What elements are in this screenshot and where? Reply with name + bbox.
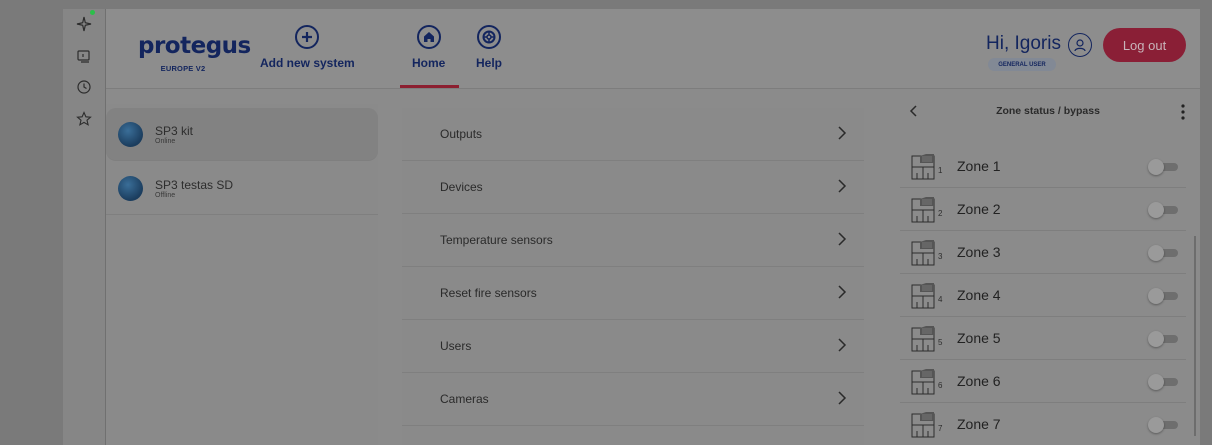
chevron-right-icon xyxy=(838,338,847,352)
zone-panel-header: Zone status / bypass xyxy=(898,94,1198,134)
user-greeting: Hi, Igoris xyxy=(986,33,1061,54)
sparkle-icon[interactable] xyxy=(74,14,94,34)
menu-item-reset-fire-sensors[interactable]: Reset fire sensors xyxy=(402,267,864,320)
zone-panel-title: Zone status / bypass xyxy=(996,105,1100,117)
zone-bypass-toggle[interactable] xyxy=(1148,331,1178,347)
zone-row[interactable]: 2 Zone 2 xyxy=(900,188,1186,231)
toggle-knob xyxy=(1148,331,1164,347)
system-list: SP3 kit Online SP3 testas SD Offline xyxy=(106,104,378,445)
system-status: Offline xyxy=(155,192,176,199)
plus-circle-icon xyxy=(295,25,320,49)
zone-number: 2 xyxy=(938,209,943,218)
system-name: SP3 kit xyxy=(155,124,194,138)
zone-number: 4 xyxy=(938,295,943,304)
menu-label: Temperature sensors xyxy=(440,233,553,247)
menu-item-outputs[interactable]: Outputs xyxy=(402,108,864,161)
zone-bypass-toggle[interactable] xyxy=(1148,245,1178,261)
nav-home[interactable]: Home xyxy=(412,25,445,70)
menu-item-cameras[interactable]: Cameras xyxy=(402,373,864,426)
toggle-knob xyxy=(1148,245,1164,261)
toggle-knob xyxy=(1148,417,1164,433)
zone-number: 5 xyxy=(938,338,943,347)
chevron-right-icon xyxy=(838,391,847,405)
menu-item-devices[interactable]: Devices xyxy=(402,161,864,214)
zone-name: Zone 7 xyxy=(957,416,1001,432)
system-item[interactable]: SP3 kit Online xyxy=(106,108,378,161)
chevron-right-icon xyxy=(838,126,847,140)
chevron-right-icon xyxy=(838,179,847,193)
protegus-logo[interactable]: protegus EUROPE V2 xyxy=(138,33,251,73)
chevron-right-icon xyxy=(838,285,847,299)
zone-row[interactable]: 6 Zone 6 xyxy=(900,360,1186,403)
zone-number: 7 xyxy=(938,424,943,433)
downloads-icon[interactable] xyxy=(74,46,94,66)
zone-name: Zone 6 xyxy=(957,373,1001,389)
nav-add-new-system[interactable]: Add new system xyxy=(260,25,355,70)
zone-status-panel: Zone status / bypass 1 Zone 1 2 Zone 2 3 Zone… xyxy=(898,94,1198,445)
toggle-knob xyxy=(1148,374,1164,390)
menu-label: Users xyxy=(440,339,472,353)
zone-scrollbar[interactable] xyxy=(1194,236,1196,436)
zone-bypass-toggle[interactable] xyxy=(1148,288,1178,304)
zone-row[interactable]: 4 Zone 4 xyxy=(900,274,1186,317)
lifebuoy-icon xyxy=(477,25,501,49)
logout-button[interactable]: Log out xyxy=(1103,28,1186,62)
system-name: SP3 testas SD xyxy=(155,178,234,192)
nav-label: Help xyxy=(476,56,503,70)
system-avatar xyxy=(118,122,143,147)
system-menu: Outputs Devices Temperature sensors Rese… xyxy=(402,108,864,445)
status-dot xyxy=(90,10,95,15)
system-avatar xyxy=(118,176,143,201)
active-nav-underline xyxy=(400,85,459,88)
menu-label: Outputs xyxy=(440,127,483,141)
zone-row[interactable]: 5 Zone 5 xyxy=(900,317,1186,360)
logo-subtitle: EUROPE V2 xyxy=(160,64,206,73)
zone-name: Zone 4 xyxy=(957,287,1001,303)
nav-help[interactable]: Help xyxy=(476,25,502,70)
system-item[interactable]: SP3 testas SD Offline xyxy=(106,162,378,215)
top-header: protegus EUROPE V2 Add new system Home H… xyxy=(106,9,1200,89)
star-icon[interactable] xyxy=(74,109,94,129)
chevron-right-icon xyxy=(838,232,847,246)
zone-row[interactable]: 7 Zone 7 xyxy=(900,403,1186,445)
zone-name: Zone 5 xyxy=(957,330,1001,346)
menu-item-temperature-sensors[interactable]: Temperature sensors xyxy=(402,214,864,267)
zone-name: Zone 1 xyxy=(957,158,1001,174)
zone-name: Zone 3 xyxy=(957,244,1001,260)
zone-name: Zone 2 xyxy=(957,201,1001,217)
zone-bypass-toggle[interactable] xyxy=(1148,417,1178,433)
home-icon xyxy=(416,25,441,49)
user-account-icon[interactable] xyxy=(1068,33,1092,57)
zone-number: 1 xyxy=(938,166,943,175)
back-chevron-icon[interactable] xyxy=(908,104,920,118)
zone-number: 6 xyxy=(938,381,943,390)
role-badge: GENERAL USER xyxy=(988,58,1056,71)
browser-side-strip xyxy=(63,9,106,445)
menu-label: Cameras xyxy=(440,392,489,406)
menu-item-users[interactable]: Users xyxy=(402,320,864,373)
menu-label: Reset fire sensors xyxy=(440,286,537,300)
zone-row[interactable]: 1 Zone 1 xyxy=(900,145,1186,188)
toggle-knob xyxy=(1148,202,1164,218)
zone-bypass-toggle[interactable] xyxy=(1148,159,1178,175)
toggle-knob xyxy=(1148,288,1164,304)
toggle-knob xyxy=(1148,159,1164,175)
zone-bypass-toggle[interactable] xyxy=(1148,202,1178,218)
zone-bypass-toggle[interactable] xyxy=(1148,374,1178,390)
logo-text: protegus xyxy=(138,33,251,59)
zone-row[interactable]: 3 Zone 3 xyxy=(900,231,1186,274)
menu-label: Devices xyxy=(440,180,483,194)
nav-label: Home xyxy=(412,56,446,70)
history-icon[interactable] xyxy=(74,77,94,97)
nav-label: Add new system xyxy=(260,56,355,70)
system-status: Online xyxy=(155,138,176,145)
zone-number: 3 xyxy=(938,252,943,261)
kebab-menu-icon[interactable] xyxy=(1181,104,1185,120)
app-window: protegus EUROPE V2 Add new system Home H… xyxy=(106,9,1200,445)
